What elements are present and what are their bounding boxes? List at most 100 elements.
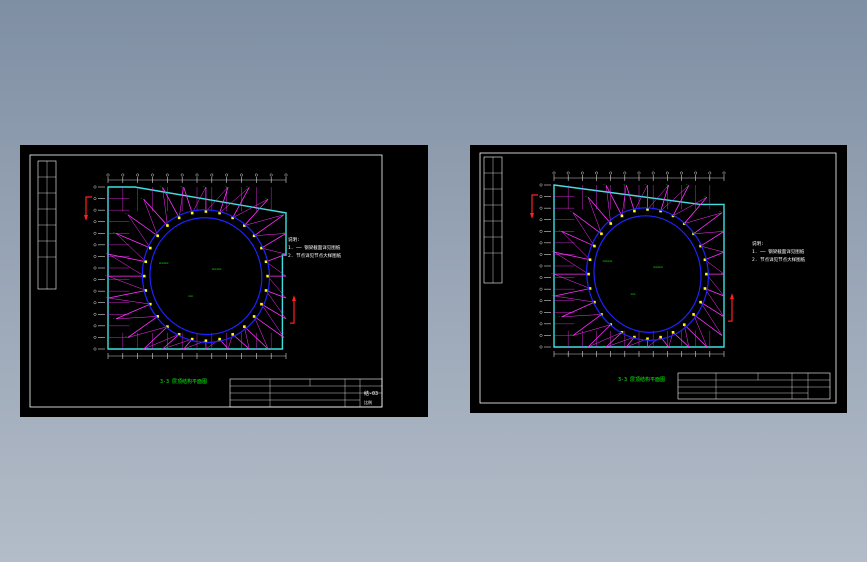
brace-beam: [143, 199, 158, 236]
axis-bubble: [539, 253, 543, 256]
column-node: [142, 274, 146, 278]
brace-beam: [700, 302, 723, 336]
beam-tag: ~: [281, 335, 283, 339]
beam-tag: ~: [719, 333, 721, 337]
column-node: [243, 325, 246, 328]
beam-tag: ~: [552, 249, 554, 253]
axis-bubble: [121, 173, 125, 177]
drawing-sheet-left[interactable]: ~ ~ ~ ~ ~ ~ ~ ~ ~ ~ ~ ~ ~ ~ ~ ~ ~ ~ ~ ~ ~ ~ ~ ~ ~ ~ ~ ~ ==== ==== == 结…: [20, 145, 428, 417]
axis-bubble: [93, 255, 97, 258]
legend-item-2: 2. 节点详见节点大样图纸: [288, 252, 342, 259]
axis-bubble: [539, 218, 543, 222]
brace-beam: [684, 212, 723, 224]
axis-bubble: [552, 171, 556, 175]
column-node: [190, 211, 194, 215]
beam-tag: ~: [283, 316, 285, 320]
brace-beam: [554, 295, 595, 303]
axis-bubble: [93, 220, 97, 224]
radial-beam: [253, 214, 285, 237]
axis-bubble: [665, 171, 669, 175]
axis-bubble: [93, 185, 97, 189]
column-node: [633, 209, 636, 213]
radial-beam: [143, 198, 168, 226]
beam-tag: ~: [265, 196, 267, 200]
radial-beam: [127, 316, 158, 338]
axis-bubble: [539, 334, 543, 337]
column-node: [588, 258, 592, 262]
plan-title: 3-3 层顶结构平面图: [160, 378, 207, 385]
column-node: [593, 244, 596, 248]
brace-beam: [227, 334, 233, 350]
beam-tag: ~: [106, 295, 108, 299]
column-node: [177, 216, 181, 220]
beam-tag: ~: [551, 271, 553, 275]
brace-beam: [553, 273, 591, 289]
beam-tag: ~: [181, 346, 183, 350]
radial-beam: [587, 196, 612, 224]
beam-tag: ~: [246, 346, 248, 350]
column-node: [252, 315, 256, 318]
beam-tag: ~: [552, 293, 554, 297]
axis-bubble: [93, 312, 97, 316]
axis-bubble: [539, 229, 543, 233]
column-node: [671, 331, 675, 334]
beam-tag: ~: [281, 212, 283, 216]
beam-tag: ~: [686, 182, 688, 186]
axis-bubble: [180, 173, 184, 177]
axis-bubble: [93, 289, 97, 293]
column-node: [264, 289, 268, 292]
brace-beam: [115, 233, 146, 262]
radial-beam: [625, 184, 635, 212]
radial-beam: [127, 214, 158, 237]
beam-tag: ~: [686, 344, 688, 348]
radial-beam: [572, 314, 602, 336]
axis-bubble: [539, 310, 543, 314]
beam-tag: ~: [113, 316, 115, 320]
brace-beam: [261, 304, 285, 338]
structural-plan: ~~~~~~~~~~~~~~~~~~~~ ~ ~ ~ ~~~~~==========: [84, 173, 296, 359]
section-arrow-head: [530, 213, 534, 219]
title-block: [677, 372, 831, 400]
axis-bubble: [539, 322, 543, 326]
beam-tag: ~: [603, 344, 605, 348]
beam-tag: ~: [246, 184, 248, 188]
radial-beam: [693, 212, 723, 235]
ring-label: ====: [653, 264, 663, 269]
beam-tag: ~: [645, 182, 647, 186]
column-node: [609, 222, 613, 225]
drawing-sheet-right[interactable]: ~ ~ ~ ~ ~ ~ ~ ~ ~ ~ ~ ~ ~ ~ ~ ~ ~ ~ ~ ~ ~ ~ ~ ~ ~ ~ ~ ~ ==== ==== == 说…: [470, 145, 847, 413]
beam-tag: ~: [283, 230, 285, 234]
column-node: [204, 339, 208, 343]
axis-bubble: [566, 171, 570, 175]
plan-title: 3-3 层顶结构平面图: [618, 376, 665, 383]
beam-tag: ~: [570, 333, 572, 337]
brace-beam: [205, 338, 220, 350]
beam-tag: ~: [160, 184, 162, 188]
axis-bubble: [93, 266, 97, 270]
axis-bubble: [722, 171, 726, 175]
axis-bubble: [136, 173, 140, 177]
brace-beam: [587, 197, 602, 234]
axis-bubble: [539, 241, 543, 245]
radial-beam: [572, 212, 602, 235]
beam-tag: ~: [283, 251, 285, 255]
beam-tag: ~: [160, 346, 162, 350]
brace-beam: [244, 214, 285, 226]
axis-bubble: [539, 345, 543, 349]
legend-item-2: 2. 节点详见节点大样图纸: [752, 256, 806, 263]
axis-bubble: [269, 173, 273, 177]
ring-label: ====: [212, 266, 222, 271]
beam-tag: ~: [603, 182, 605, 186]
radial-beam: [700, 231, 725, 247]
axis-bubble: [165, 173, 169, 177]
axis-bubble: [284, 173, 288, 177]
axis-bubble: [580, 171, 584, 175]
column-node: [231, 333, 234, 336]
radial-beam: [261, 233, 287, 249]
axis-bubble: [254, 173, 258, 177]
axis-bubble: [93, 278, 97, 281]
axis-bubble: [539, 287, 543, 291]
section-arrow-head: [730, 293, 734, 300]
axis-bubble: [539, 276, 543, 279]
axis-bubble: [93, 324, 97, 328]
